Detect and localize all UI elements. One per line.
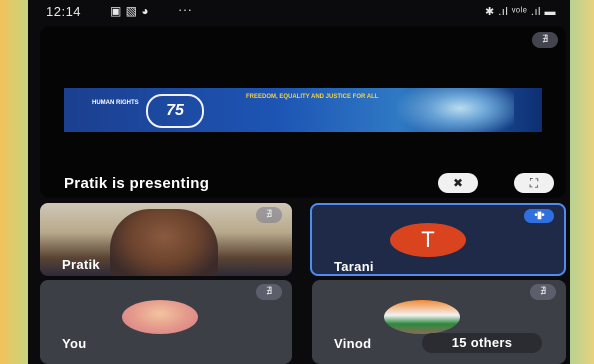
avatar (122, 300, 198, 334)
participant-name: Pratik (62, 257, 100, 272)
participant-name: Vinod (334, 336, 372, 351)
participant-tile-pratik[interactable]: ∄ Pratik (40, 203, 292, 276)
banner-75-logo: 75 (146, 94, 204, 128)
banner-org-text: HUMAN RIGHTS (92, 100, 139, 106)
presenting-caption: Pratik is presenting (64, 175, 210, 192)
participant-tile-tarani[interactable]: •▮• T Tarani (310, 203, 566, 276)
avatar: T (390, 223, 466, 257)
presentation-tile[interactable]: ∄ HUMAN RIGHTS 75 FREEDOM, EQUALITY AND … (40, 26, 566, 198)
banner-slogan: FREEDOM, EQUALITY AND JUSTICE FOR ALL (246, 94, 379, 100)
status-bar: 12:14 ▣ ▧ ◕ ··· ✱ .ıl ᵛᵒˡᵉ .ıl ▬ (28, 0, 570, 22)
others-count-badge[interactable]: 15 others (422, 333, 542, 353)
participant-name: Tarani (334, 259, 374, 274)
participant-name: You (62, 336, 87, 351)
mic-off-icon: ∄ (532, 32, 558, 48)
mic-off-icon: ∄ (256, 284, 282, 300)
shared-screen-banner: HUMAN RIGHTS 75 FREEDOM, EQUALITY AND JU… (64, 88, 542, 132)
fullscreen-button[interactable]: ⛶ (514, 173, 554, 193)
mic-off-icon: ∄ (256, 207, 282, 223)
speaking-indicator-icon: •▮• (524, 209, 554, 223)
system-status-icons: ✱ .ıl ᵛᵒˡᵉ .ıl ▬ (484, 6, 556, 18)
phone-screen: 12:14 ▣ ▧ ◕ ··· ✱ .ıl ᵛᵒˡᵉ .ıl ▬ ∄ HUMAN… (28, 0, 570, 364)
participant-video (110, 209, 218, 276)
participant-tile-vinod[interactable]: ∄ Vinod 15 others (312, 280, 566, 364)
notification-icons: ▣ ▧ ◕ (110, 4, 150, 18)
avatar (384, 300, 460, 334)
banner-figure-image (394, 88, 514, 132)
unpin-button[interactable]: ✖ (438, 173, 478, 193)
participant-tile-you[interactable]: ∄ You (40, 280, 292, 364)
status-time: 12:14 (46, 4, 82, 19)
mic-off-icon: ∄ (530, 284, 556, 300)
more-notifications-icon: ··· (178, 2, 193, 17)
